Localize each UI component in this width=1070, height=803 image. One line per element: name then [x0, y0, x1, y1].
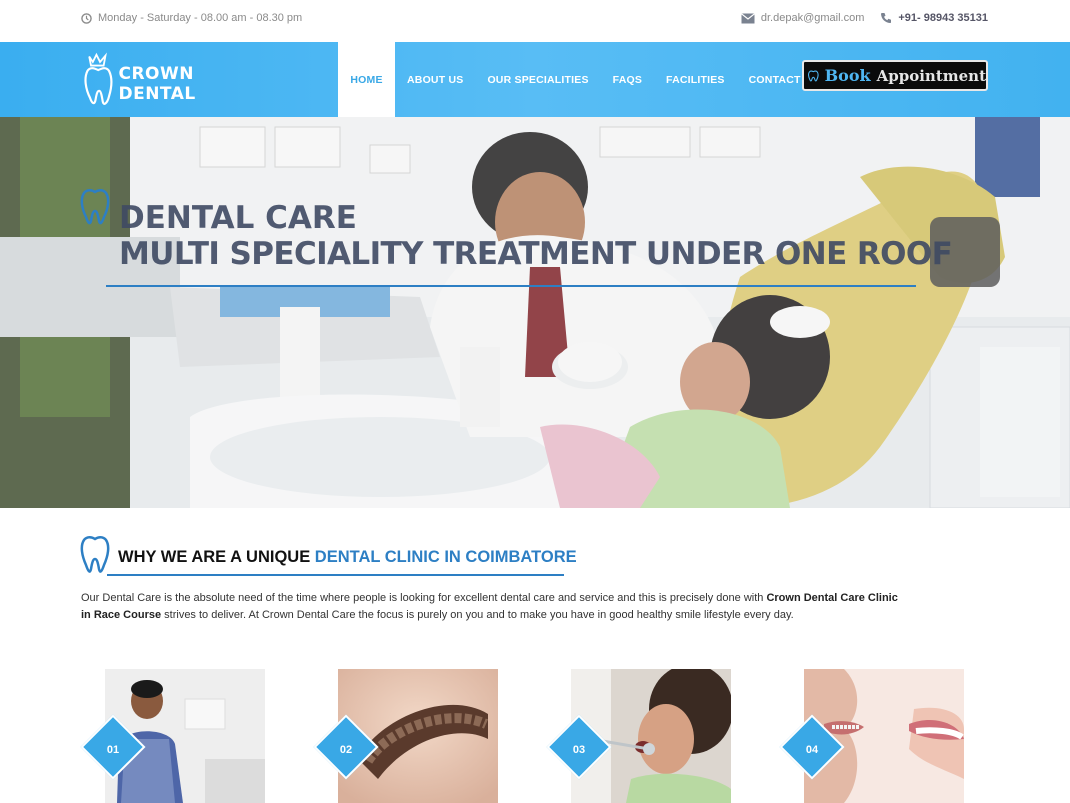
nav-item-facilities[interactable]: FACILITIES	[654, 42, 737, 117]
top-info-bar: Monday - Saturday - 08.00 am - 08.30 pm …	[0, 0, 1070, 42]
phone-text[interactable]: +91- 98943 35131	[898, 12, 988, 24]
phone-contact[interactable]: +91- 98943 35131	[880, 12, 988, 24]
card-number-3: 03	[572, 744, 586, 756]
card-number-1: 01	[106, 744, 120, 756]
site-logo[interactable]: CROWN DENTAL	[82, 48, 262, 112]
card-number-2: 02	[339, 744, 353, 756]
crown-tooth-logo-icon	[84, 52, 113, 105]
why-heading: WHY WE ARE A UNIQUE DENTAL CLINIC IN COI…	[118, 548, 577, 567]
book-appointment-button[interactable]: Book Appointment	[802, 60, 988, 91]
tooth-outline-icon	[80, 536, 110, 573]
why-para-part1: Our Dental Care is the absolute need of …	[81, 592, 767, 604]
tooth-icon	[808, 70, 819, 82]
tooth-outline-icon	[80, 189, 110, 225]
main-navbar: CROWN DENTAL HOME ABOUT US OUR SPECIALIT…	[0, 42, 1070, 117]
envelope-icon	[741, 12, 755, 23]
contact-info: dr.depak@gmail.com +91- 98943 35131	[741, 12, 988, 24]
hero-headline: DENTAL CARE MULTI SPECIALITY TREATMENT U…	[119, 200, 953, 272]
nav-item-about-us[interactable]: ABOUT US	[395, 42, 475, 117]
book-label: Book	[824, 66, 871, 85]
why-paragraph: Our Dental Care is the absolute need of …	[81, 590, 901, 623]
phone-icon	[881, 13, 892, 23]
card-number-4: 04	[805, 744, 819, 756]
hero-line-1: DENTAL CARE	[119, 200, 357, 236]
nav-item-faqs[interactable]: FAQS	[601, 42, 654, 117]
hero-underline	[106, 285, 916, 287]
why-heading-accent: DENTAL CLINIC IN COIMBATORE	[314, 548, 577, 566]
why-para-part2: strives to deliver. At Crown Dental Care…	[161, 608, 794, 621]
clock-icon	[81, 12, 92, 24]
nav-item-our-specialities[interactable]: OUR SPECIALITIES	[475, 42, 600, 117]
why-heading-plain: WHY WE ARE A UNIQUE	[118, 548, 315, 566]
hero-line-2: MULTI SPECIALITY TREATMENT UNDER ONE ROO…	[119, 235, 953, 272]
nav-item-home[interactable]: HOME	[338, 42, 395, 117]
hero-banner: DENTAL CARE MULTI SPECIALITY TREATMENT U…	[0, 117, 1070, 508]
nav-menu: HOME ABOUT US OUR SPECIALITIES FAQS FACI…	[338, 42, 831, 117]
email-text[interactable]: dr.depak@gmail.com	[761, 12, 865, 24]
opening-hours: Monday - Saturday - 08.00 am - 08.30 pm	[81, 12, 302, 24]
appointment-label: Appointment	[876, 66, 986, 85]
why-heading-underline	[107, 574, 564, 576]
brand-name: CROWN DENTAL	[118, 64, 196, 104]
email-contact[interactable]: dr.depak@gmail.com	[741, 12, 865, 24]
hero-dental-clinic-photo	[0, 117, 1070, 508]
opening-hours-text: Monday - Saturday - 08.00 am - 08.30 pm	[98, 12, 303, 24]
